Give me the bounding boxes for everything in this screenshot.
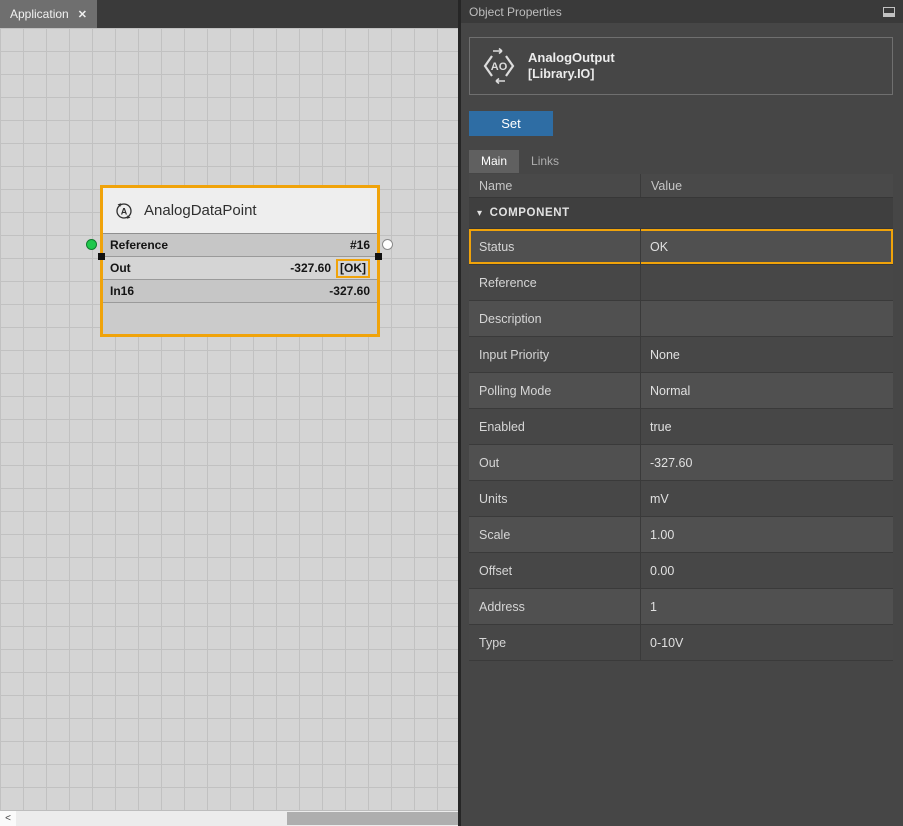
analog-datapoint-block[interactable]: A AnalogDataPoint Reference #16 Out -327… bbox=[100, 185, 380, 337]
property-row[interactable]: Offset 0.00 bbox=[469, 553, 893, 589]
tab-links[interactable]: Links bbox=[519, 150, 571, 173]
block-title: AnalogDataPoint bbox=[144, 202, 257, 219]
scroll-left-arrow-icon[interactable]: < bbox=[0, 811, 16, 826]
port-name: Out bbox=[110, 261, 131, 275]
prop-value[interactable]: 0.00 bbox=[641, 553, 893, 588]
panel-header: Object Properties bbox=[461, 0, 903, 23]
connector-input-dot[interactable] bbox=[86, 239, 97, 250]
prop-name: Scale bbox=[469, 517, 641, 552]
property-row[interactable]: Status OK bbox=[469, 229, 893, 265]
port-value: -327.60 bbox=[329, 284, 370, 298]
value-column-header: Value bbox=[641, 174, 893, 197]
svg-text:AO: AO bbox=[491, 61, 508, 73]
panel-title: Object Properties bbox=[469, 5, 562, 19]
property-row[interactable]: Type 0-10V bbox=[469, 625, 893, 661]
prop-name: Description bbox=[469, 301, 641, 336]
block-port-rows: Reference #16 Out -327.60 [OK] In16 -327… bbox=[103, 234, 377, 303]
prop-value[interactable]: 0-10V bbox=[641, 625, 893, 660]
scrollbar-thumb[interactable] bbox=[287, 812, 458, 825]
tab-main[interactable]: Main bbox=[469, 150, 519, 173]
component-name: AnalogOutput bbox=[528, 50, 615, 66]
port-status-badge: [OK] bbox=[336, 259, 370, 278]
component-library: [Library.IO] bbox=[528, 66, 615, 82]
properties-table: Name Value ▾ COMPONENT Status OK Referen… bbox=[469, 174, 893, 661]
wiring-canvas[interactable]: A AnalogDataPoint Reference #16 Out -327… bbox=[0, 28, 458, 810]
connector-output-dot[interactable] bbox=[382, 239, 393, 250]
prop-name: Status bbox=[469, 229, 641, 264]
prop-name: Reference bbox=[469, 265, 641, 300]
collapse-triangle-icon: ▾ bbox=[477, 208, 483, 219]
property-row[interactable]: Enabled true bbox=[469, 409, 893, 445]
tab-label: Application bbox=[10, 7, 69, 21]
analog-point-icon: A bbox=[113, 200, 135, 222]
prop-name: Address bbox=[469, 589, 641, 624]
prop-value[interactable]: None bbox=[641, 337, 893, 372]
prop-value[interactable]: 1.00 bbox=[641, 517, 893, 552]
table-header: Name Value bbox=[469, 174, 893, 198]
property-row[interactable]: Scale 1.00 bbox=[469, 517, 893, 553]
svg-text:A: A bbox=[121, 206, 128, 216]
prop-value[interactable] bbox=[641, 265, 893, 300]
prop-name: Offset bbox=[469, 553, 641, 588]
property-rows: Status OK Reference Description Input Pr… bbox=[469, 229, 893, 661]
property-row[interactable]: Input Priority None bbox=[469, 337, 893, 373]
component-card: AO AnalogOutput [Library.IO] bbox=[469, 37, 893, 95]
prop-value[interactable]: true bbox=[641, 409, 893, 444]
canvas-tabbar: Application ✕ bbox=[0, 0, 458, 28]
property-row[interactable]: Out -327.60 bbox=[469, 445, 893, 481]
block-title-bar[interactable]: A AnalogDataPoint bbox=[103, 188, 377, 234]
block-port-row[interactable]: Out -327.60 [OK] bbox=[103, 257, 377, 280]
prop-name: Input Priority bbox=[469, 337, 641, 372]
property-row[interactable]: Address 1 bbox=[469, 589, 893, 625]
section-component[interactable]: ▾ COMPONENT bbox=[469, 198, 893, 229]
app-window: Application ✕ A AnalogDataPoint Referenc… bbox=[0, 0, 903, 826]
name-column-header: Name bbox=[469, 174, 641, 197]
prop-value[interactable]: Normal bbox=[641, 373, 893, 408]
prop-value[interactable]: -327.60 bbox=[641, 445, 893, 480]
prop-name: Enabled bbox=[469, 409, 641, 444]
block-port-row[interactable]: Reference #16 bbox=[103, 234, 377, 257]
prop-name: Out bbox=[469, 445, 641, 480]
set-button[interactable]: Set bbox=[469, 111, 553, 136]
tab-application[interactable]: Application ✕ bbox=[0, 0, 97, 28]
prop-name: Units bbox=[469, 481, 641, 516]
analog-output-icon: AO bbox=[480, 47, 518, 85]
port-value: #16 bbox=[350, 238, 370, 252]
prop-value[interactable]: OK bbox=[641, 229, 893, 264]
property-row[interactable]: Reference bbox=[469, 265, 893, 301]
port-value: -327.60 bbox=[290, 261, 331, 275]
selection-handle-right[interactable] bbox=[375, 253, 382, 260]
object-properties-panel: Object Properties AO AnalogOutput [Libra… bbox=[461, 0, 903, 826]
component-labels: AnalogOutput [Library.IO] bbox=[528, 50, 615, 82]
prop-value[interactable] bbox=[641, 301, 893, 336]
horizontal-scrollbar[interactable]: < bbox=[0, 810, 458, 826]
properties-tabs: Main Links bbox=[469, 150, 903, 173]
canvas-pane: Application ✕ A AnalogDataPoint Referenc… bbox=[0, 0, 458, 826]
port-name: In16 bbox=[110, 284, 134, 298]
block-body bbox=[103, 303, 377, 334]
dock-panel-icon[interactable] bbox=[883, 7, 895, 17]
block-port-row[interactable]: In16 -327.60 bbox=[103, 280, 377, 303]
property-row[interactable]: Description bbox=[469, 301, 893, 337]
port-name: Reference bbox=[110, 238, 168, 252]
prop-name: Type bbox=[469, 625, 641, 660]
prop-name: Polling Mode bbox=[469, 373, 641, 408]
prop-value[interactable]: mV bbox=[641, 481, 893, 516]
property-row[interactable]: Units mV bbox=[469, 481, 893, 517]
property-row[interactable]: Polling Mode Normal bbox=[469, 373, 893, 409]
selection-handle-left[interactable] bbox=[98, 253, 105, 260]
close-icon[interactable]: ✕ bbox=[78, 8, 87, 21]
prop-value[interactable]: 1 bbox=[641, 589, 893, 624]
section-label: COMPONENT bbox=[490, 207, 570, 219]
